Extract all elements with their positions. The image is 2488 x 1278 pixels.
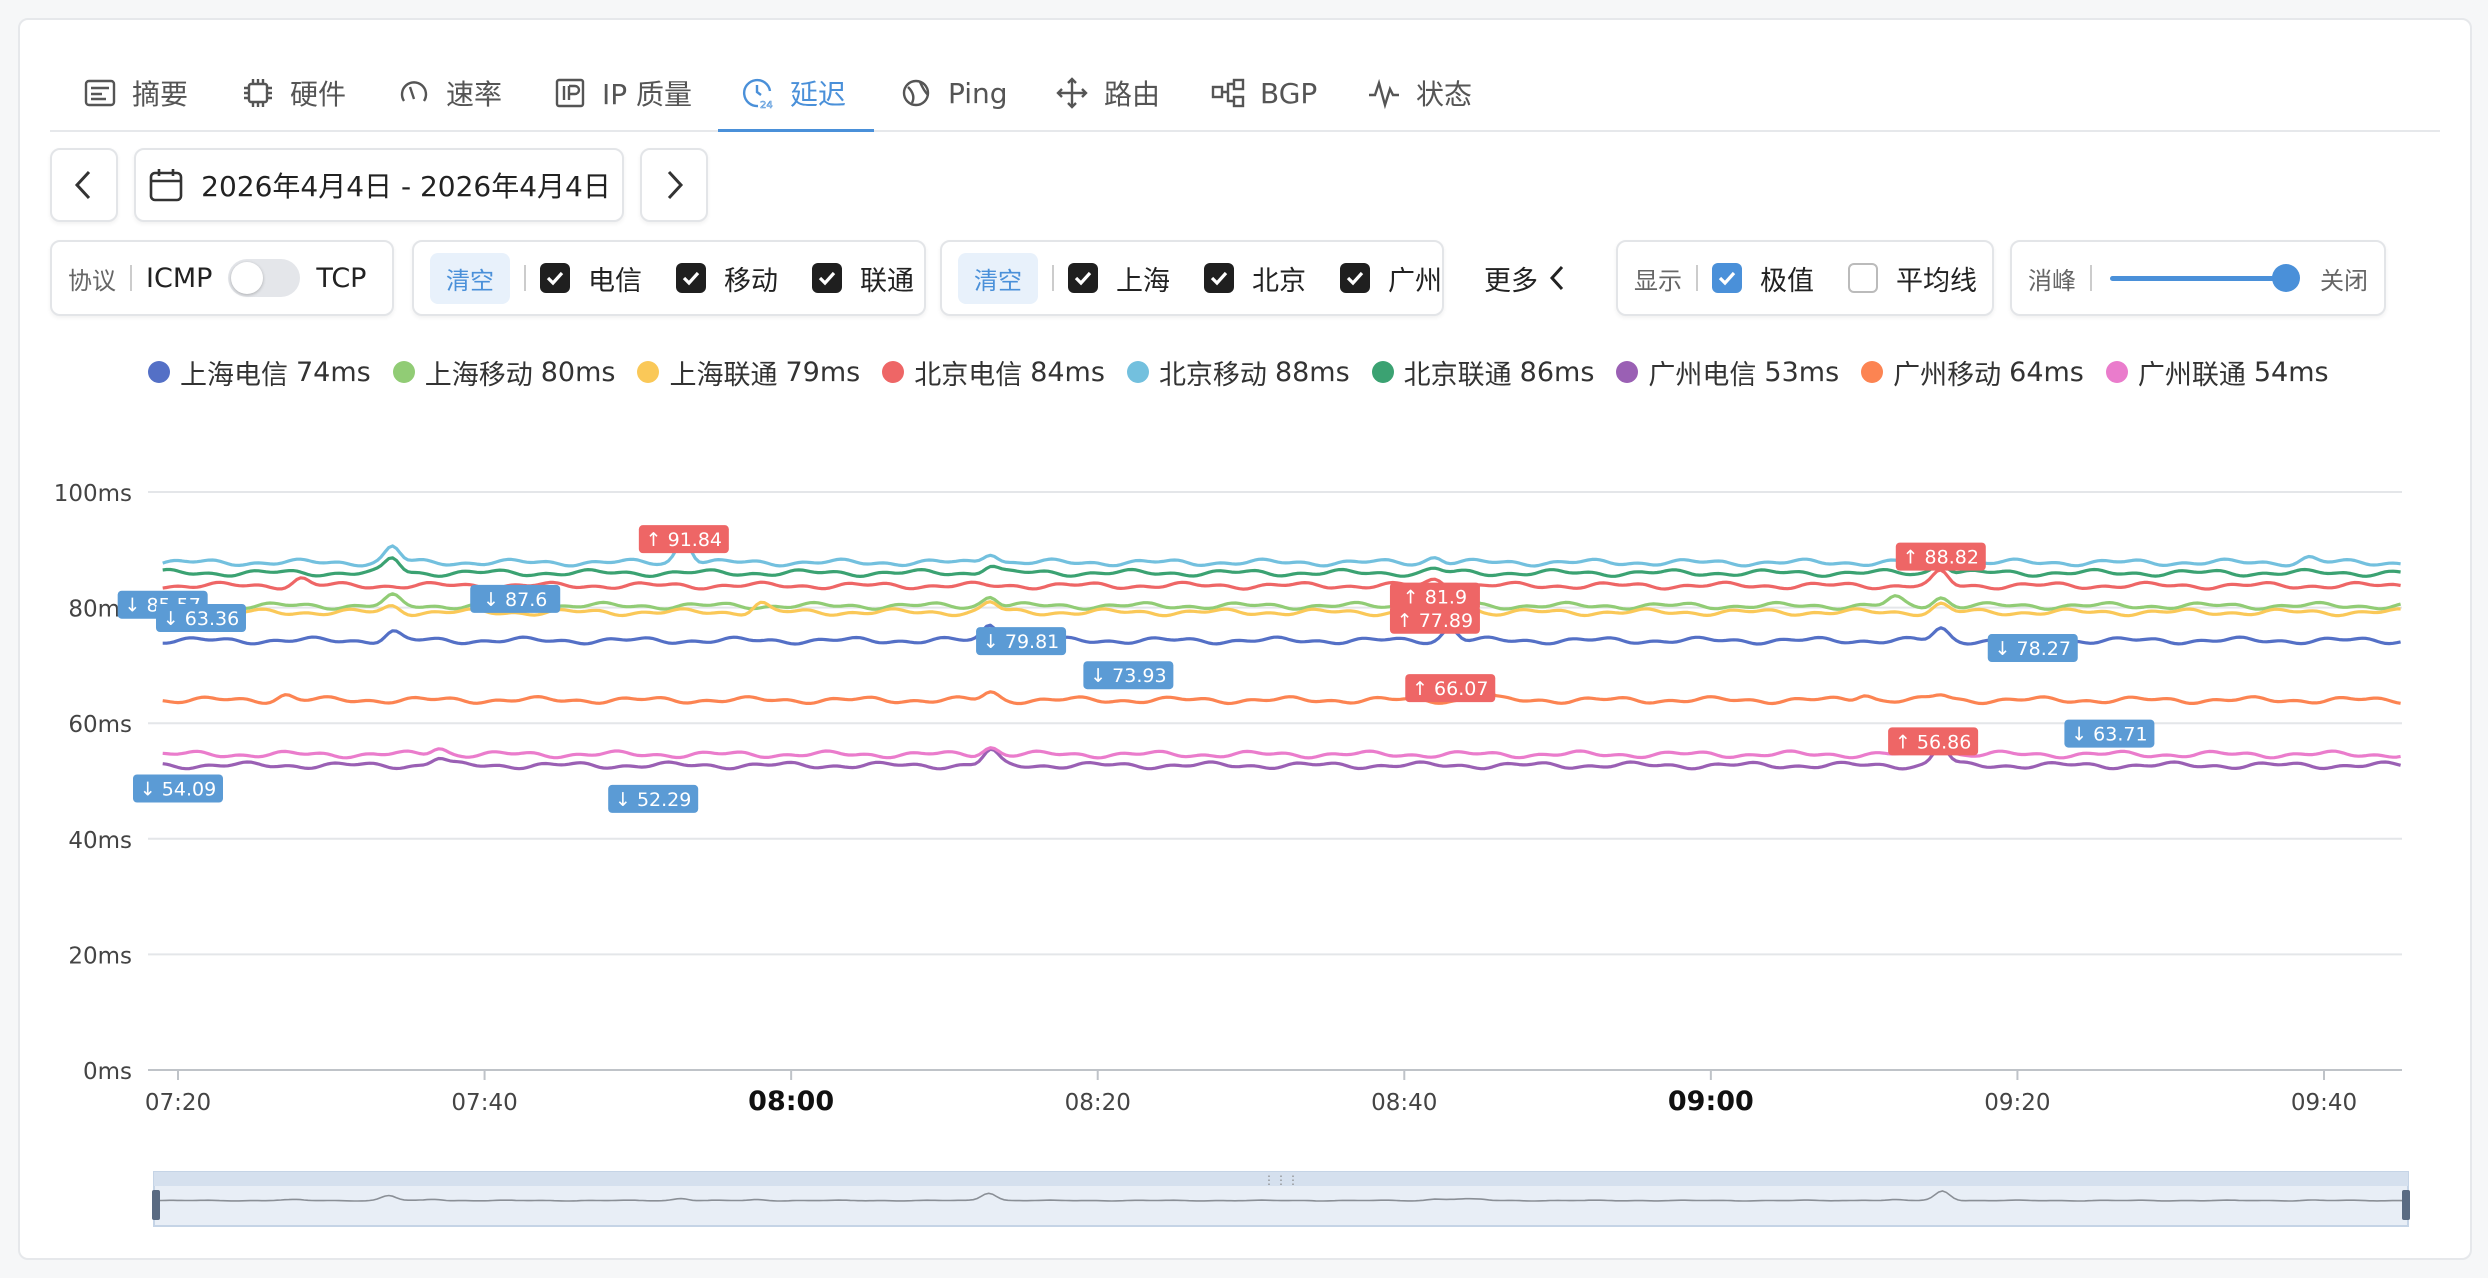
y-tick-label: 60ms (68, 712, 132, 738)
x-tick-label: 08:40 (1371, 1090, 1437, 1116)
zoom-handle-left[interactable] (152, 1190, 160, 1220)
min-marker: ↓ 52.29 (608, 784, 699, 813)
x-tick-label: 07:20 (145, 1090, 211, 1116)
marker-label: ↑ 66.07 (1412, 678, 1488, 700)
marker-label: ↓ 52.29 (615, 789, 691, 811)
max-marker: ↑ 88.82 (1895, 542, 1986, 571)
marker-label: ↓ 63.71 (2071, 724, 2147, 746)
marker-label: ↓ 87.6 (483, 589, 547, 611)
marker-label: ↑ 88.82 (1903, 547, 1979, 569)
marker-label: ↓ 63.36 (163, 608, 239, 630)
min-marker: ↓ 79.81 (976, 627, 1067, 656)
y-tick-label: 0ms (83, 1059, 132, 1085)
series-line[interactable] (162, 539, 2401, 568)
marker-label: ↑ 56.86 (1895, 731, 1971, 753)
max-marker: ↑ 56.86 (1888, 727, 1979, 756)
min-marker: ↓ 63.36 (155, 604, 246, 633)
x-tick-label: 08:20 (1065, 1090, 1131, 1116)
y-tick-label: 100ms (54, 481, 132, 507)
marker-label: ↓ 73.93 (1090, 665, 1166, 687)
marker-label: ↓ 54.09 (140, 779, 216, 801)
marker-label: ↑ 91.84 (646, 529, 722, 551)
min-marker: ↓ 54.09 (133, 774, 223, 803)
max-marker: ↑ 91.84 (638, 525, 729, 554)
min-marker: ↓ 63.71 (2064, 719, 2155, 748)
max-marker: ↑ 77.89 (1389, 605, 1480, 634)
marker-label: ↑ 81.9 (1403, 587, 1467, 609)
max-marker: ↑ 66.07 (1405, 674, 1496, 703)
x-tick-label: 09:00 (1668, 1086, 1754, 1117)
x-tick-label: 09:40 (2291, 1090, 2357, 1116)
drag-grip-icon[interactable]: ⋮⋮⋮ (1263, 1173, 1299, 1187)
min-marker: ↓ 73.93 (1083, 661, 1174, 690)
latency-chart: 0ms20ms40ms60ms80ms100ms07:20 07:40 08:00 0… (54, 481, 2410, 1227)
x-tick-label: 09:20 (1984, 1090, 2050, 1116)
y-tick-label: 40ms (68, 828, 132, 854)
marker-label: ↓ 79.81 (983, 631, 1059, 653)
zoom-handle-right[interactable] (2402, 1190, 2410, 1220)
series-line[interactable] (162, 742, 2401, 760)
y-tick-label: 20ms (68, 943, 132, 969)
marker-label: ↓ 78.27 (1995, 638, 2071, 660)
min-marker: ↓ 78.27 (1987, 634, 2078, 663)
min-marker: ↓ 87.6 (470, 584, 561, 613)
marker-label: ↑ 77.89 (1397, 610, 1473, 632)
series-line[interactable] (162, 687, 2401, 706)
x-tick-label: 08:00 (748, 1086, 834, 1117)
x-tick-label: 07:40 (451, 1090, 517, 1116)
